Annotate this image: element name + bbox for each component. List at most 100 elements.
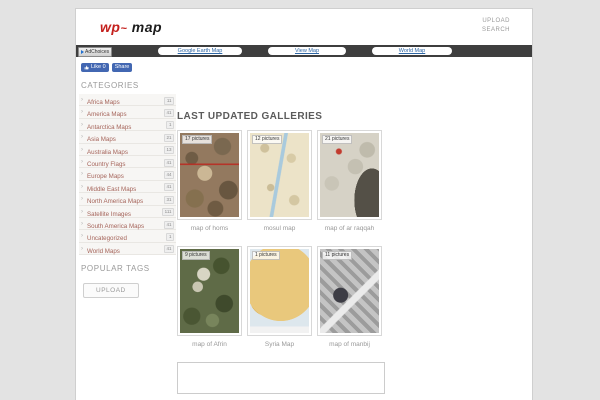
arrow-icon: ›: [81, 230, 83, 242]
gallery-cell: 12 pictures mosul map: [247, 130, 312, 232]
nav-tabs: Google Earth Map View Map World Map: [158, 47, 452, 55]
arrow-icon: ›: [81, 193, 83, 205]
search-link[interactable]: SEARCH: [482, 26, 510, 35]
facebook-like-button[interactable]: Like 0: [81, 63, 109, 72]
sidebar: Like 0 Share CATEGORIES ›Africa Maps11 ›…: [79, 63, 176, 298]
count-badge: 44: [164, 171, 174, 179]
tab-google-earth-map[interactable]: Google Earth Map: [158, 47, 242, 55]
main-content: LAST UPDATED GALLERIES 17 pictures map o…: [177, 57, 529, 400]
count-badge: 1: [166, 121, 174, 129]
gallery-thumbnail: 1 pictures: [250, 249, 309, 333]
arrow-icon: ›: [81, 156, 83, 168]
gallery-card-ar-raqqah[interactable]: 21 pictures: [317, 130, 382, 220]
gallery-cell: 11 pictures map of manbij: [317, 246, 382, 348]
main-nav: AdChoices Google Earth Map View Map Worl…: [76, 45, 532, 57]
gallery-thumbnail: 11 pictures: [320, 249, 379, 333]
arrow-icon: ›: [81, 218, 83, 230]
count-badge: 41: [164, 183, 174, 191]
ad-placeholder: [177, 362, 385, 394]
gallery-row-1: 17 pictures map of homs 12 pictures mosu…: [177, 130, 529, 232]
sidebar-item-satellite-images[interactable]: ›Satellite Images111: [79, 206, 176, 218]
gallery-row-2: 9 pictures map of Afrin 1 pictures Syria…: [177, 246, 529, 348]
arrow-icon: ›: [81, 181, 83, 193]
categories-title: CATEGORIES: [81, 81, 176, 90]
arrow-icon: ›: [81, 144, 83, 156]
gallery-caption[interactable]: map of homs: [177, 225, 242, 232]
page: wp~ map UPLOAD SEARCH AdChoices Google E…: [0, 0, 600, 400]
adchoices-badge[interactable]: AdChoices: [78, 47, 112, 57]
page-title: LAST UPDATED GALLERIES: [177, 111, 529, 122]
picture-count-badge: 21 pictures: [322, 135, 352, 144]
popular-tags-title: POPULAR TAGS: [81, 264, 176, 273]
logo-map: map: [132, 19, 162, 35]
upload-button[interactable]: UPLOAD: [83, 283, 139, 298]
picture-count-badge: 11 pictures: [322, 251, 352, 260]
gallery-thumbnail: 12 pictures: [250, 133, 309, 217]
sidebar-item-country-flags[interactable]: ›Country Flags41: [79, 156, 176, 168]
sidebar-item-america-maps[interactable]: ›America Maps41: [79, 106, 176, 118]
arrow-icon: ›: [81, 206, 83, 218]
count-badge: 41: [164, 109, 174, 117]
picture-count-badge: 12 pictures: [252, 135, 282, 144]
sidebar-item-world-maps[interactable]: ›World Maps41: [79, 243, 176, 255]
gallery-cell: 1 pictures Syria Map: [247, 246, 312, 348]
count-badge: 41: [164, 245, 174, 253]
facebook-buttons: Like 0 Share: [81, 63, 176, 72]
count-badge: 31: [164, 196, 174, 204]
gallery-thumbnail: 9 pictures: [180, 249, 239, 333]
gallery-caption[interactable]: map of manbij: [317, 341, 382, 348]
sidebar-item-asia-maps[interactable]: ›Asia Maps21: [79, 131, 176, 143]
adchoices-icon: [81, 50, 84, 54]
categories-list: ›Africa Maps11 ›America Maps41 ›Antarcti…: [79, 94, 176, 255]
content-area: wp~ map UPLOAD SEARCH AdChoices Google E…: [75, 8, 533, 400]
sidebar-item-uncategorized[interactable]: ›Uncategorized1: [79, 230, 176, 242]
gallery-caption[interactable]: Syria Map: [247, 341, 312, 348]
count-badge: 21: [164, 134, 174, 142]
facebook-share-button[interactable]: Share: [112, 63, 133, 72]
gallery-card-afrin[interactable]: 9 pictures: [177, 246, 242, 336]
gallery-card-homs[interactable]: 17 pictures: [177, 130, 242, 220]
site-header: wp~ map UPLOAD SEARCH: [76, 9, 532, 45]
sidebar-item-australia-maps[interactable]: ›Australia Maps13: [79, 144, 176, 156]
gallery-card-mosul[interactable]: 12 pictures: [247, 130, 312, 220]
gallery-caption[interactable]: map of Afrin: [177, 341, 242, 348]
sidebar-item-north-america-maps[interactable]: ›North America Maps31: [79, 193, 176, 205]
adchoices-label: AdChoices: [85, 49, 109, 55]
header-links: UPLOAD SEARCH: [482, 17, 510, 35]
picture-count-badge: 17 pictures: [182, 135, 212, 144]
gallery-card-manbij[interactable]: 11 pictures: [317, 246, 382, 336]
arrow-icon: ›: [81, 106, 83, 118]
count-badge: 41: [164, 221, 174, 229]
count-badge: 11: [164, 97, 174, 105]
sidebar-item-south-america-maps[interactable]: ›South America Maps41: [79, 218, 176, 230]
logo-tilde: ~: [120, 23, 127, 35]
count-badge: 13: [164, 146, 174, 154]
arrow-icon: ›: [81, 168, 83, 180]
gallery-card-syria[interactable]: 1 pictures: [247, 246, 312, 336]
gallery-caption[interactable]: mosul map: [247, 225, 312, 232]
site-logo[interactable]: wp~ map: [100, 19, 162, 35]
picture-count-badge: 1 pictures: [252, 251, 280, 260]
tab-view-map[interactable]: View Map: [268, 47, 346, 55]
sidebar-item-antarctica-maps[interactable]: ›Antarctica Maps1: [79, 119, 176, 131]
arrow-icon: ›: [81, 119, 83, 131]
count-badge: 1: [166, 233, 174, 241]
thumbs-up-icon: [84, 65, 89, 70]
arrow-icon: ›: [81, 131, 83, 143]
picture-count-badge: 9 pictures: [182, 251, 210, 260]
gallery-thumbnail: 17 pictures: [180, 133, 239, 217]
sidebar-item-middle-east-maps[interactable]: ›Middle East Maps41: [79, 181, 176, 193]
facebook-like-label: Like 0: [91, 63, 106, 72]
gallery-caption[interactable]: map of ar raqqah: [317, 225, 382, 232]
upload-link[interactable]: UPLOAD: [482, 17, 510, 26]
sidebar-item-europe-maps[interactable]: ›Europe Maps44: [79, 168, 176, 180]
facebook-share-label: Share: [115, 63, 130, 72]
count-badge: 41: [164, 159, 174, 167]
tab-world-map[interactable]: World Map: [372, 47, 452, 55]
gallery-cell: 9 pictures map of Afrin: [177, 246, 242, 348]
gallery-thumbnail: 21 pictures: [320, 133, 379, 217]
arrow-icon: ›: [81, 243, 83, 255]
count-badge: 111: [162, 208, 174, 216]
sidebar-item-africa-maps[interactable]: ›Africa Maps11: [79, 94, 176, 106]
gallery-cell: 17 pictures map of homs: [177, 130, 242, 232]
